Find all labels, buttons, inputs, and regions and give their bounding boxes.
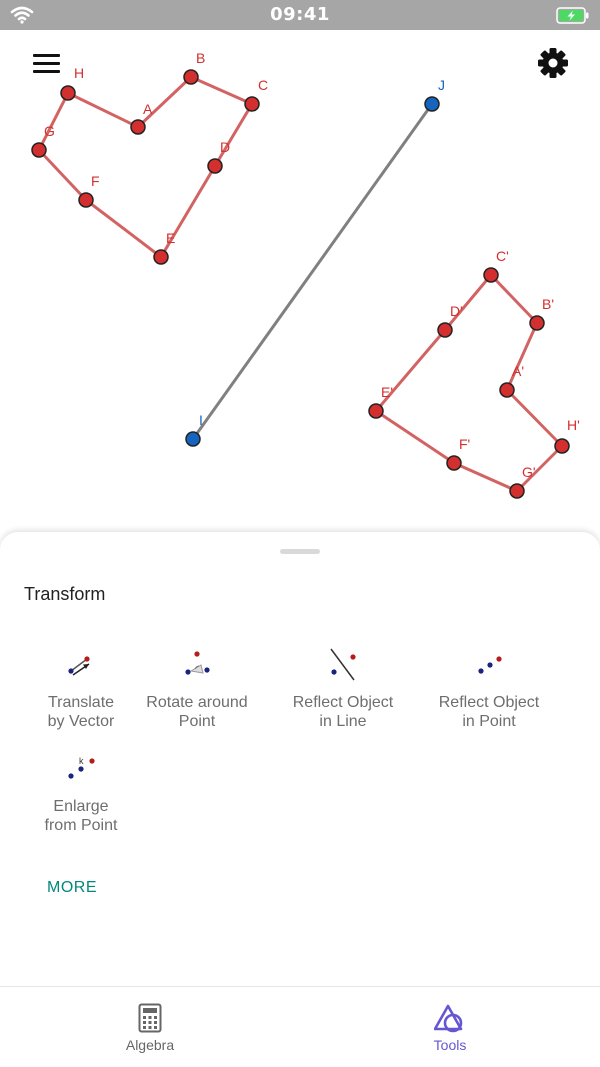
label-c-prime: C' xyxy=(496,248,509,264)
point-a[interactable] xyxy=(130,119,146,135)
point-c-prime[interactable] xyxy=(483,267,499,283)
bottom-tab-bar: Algebra Tools xyxy=(0,986,600,1067)
graphics-view[interactable]: A B C D E F G H A' B' C' D' E' F' G' H' … xyxy=(0,30,600,540)
tab-label-algebra: Algebra xyxy=(125,1037,175,1053)
label-a-prime: A' xyxy=(512,363,524,379)
label-h-prime: H' xyxy=(567,417,580,433)
label-h: H xyxy=(74,65,84,81)
polygon-reflected[interactable] xyxy=(374,273,564,493)
status-time: 09:41 xyxy=(270,4,330,25)
point-i[interactable] xyxy=(185,431,201,447)
label-g-prime: G' xyxy=(522,464,536,480)
battery-charging-icon xyxy=(556,7,589,24)
label-i: I xyxy=(199,412,203,428)
more-tools-button[interactable]: MORE xyxy=(47,879,97,897)
point-b-prime[interactable] xyxy=(529,315,545,331)
label-e-prime: E' xyxy=(381,384,393,400)
tool-enlarge-from-point[interactable]: k Enlarge from Point xyxy=(16,749,146,835)
point-a-prime[interactable] xyxy=(499,382,515,398)
tab-tools[interactable]: Tools xyxy=(390,1003,510,1053)
tool-reflect-in-line[interactable]: Reflect Object in Line xyxy=(278,645,408,731)
label-f-prime: F' xyxy=(459,436,470,452)
label-g: G xyxy=(44,123,55,139)
reflect-line-icon xyxy=(330,648,356,681)
tools-shapes-icon xyxy=(434,1004,463,1033)
label-f: F xyxy=(91,173,100,189)
calculator-icon xyxy=(138,1003,162,1033)
tool-label-rotate: Rotate around Point xyxy=(146,694,248,730)
point-f-prime[interactable] xyxy=(446,455,462,471)
point-g[interactable] xyxy=(31,142,47,158)
sheet-drag-handle[interactable] xyxy=(280,549,320,554)
tool-translate-by-vector[interactable]: Translate by Vector xyxy=(16,645,146,731)
label-d: D xyxy=(220,139,230,155)
label-b: B xyxy=(196,50,205,66)
tool-reflect-in-point[interactable]: Reflect Object in Point xyxy=(424,645,554,731)
point-f[interactable] xyxy=(78,192,94,208)
point-g-prime[interactable] xyxy=(509,483,525,499)
geogebra-screen: 09:41 A B C D E F G H A' B' C' D' E' F' … xyxy=(0,0,600,1067)
tool-rotate-around-point[interactable]: Rotate around Point xyxy=(132,645,262,731)
tool-label-enlarge: Enlarge from Point xyxy=(44,798,118,834)
sheet-title: Transform xyxy=(24,584,106,604)
tool-label-reflect-line: Reflect Object in Line xyxy=(292,694,394,730)
point-b[interactable] xyxy=(183,69,199,85)
reflect-point-icon xyxy=(478,656,502,674)
point-h-prime[interactable] xyxy=(554,438,570,454)
point-j[interactable] xyxy=(424,96,440,112)
label-e: E xyxy=(166,230,175,246)
tab-algebra[interactable]: Algebra xyxy=(90,1003,210,1053)
label-c: C xyxy=(258,77,268,93)
label-j: J xyxy=(438,77,445,93)
label-a: A xyxy=(143,101,153,117)
translate-vector-icon xyxy=(68,656,90,676)
dilate-point-icon: k xyxy=(68,756,95,779)
status-bar: 09:41 xyxy=(0,0,600,30)
point-c[interactable] xyxy=(244,96,260,112)
label-b-prime: B' xyxy=(542,296,554,312)
point-h[interactable] xyxy=(60,85,76,101)
hamburger-menu-icon[interactable] xyxy=(33,52,61,74)
rotate-point-icon xyxy=(185,651,210,675)
point-d[interactable] xyxy=(207,158,223,174)
point-e-prime[interactable] xyxy=(368,403,384,419)
point-d-prime[interactable] xyxy=(437,322,453,338)
tools-sheet: Transform Translate by Vector Rotate aro… xyxy=(0,532,600,986)
gear-icon[interactable] xyxy=(536,46,570,80)
tool-label-translate: Translate by Vector xyxy=(47,694,115,730)
geometry-canvas[interactable]: A B C D E F G H A' B' C' D' E' F' G' H' … xyxy=(0,30,600,540)
dilate-k-label: k xyxy=(79,756,84,766)
point-e[interactable] xyxy=(153,249,169,265)
tool-label-reflect-point: Reflect Object in Point xyxy=(438,694,540,730)
tab-label-tools: Tools xyxy=(433,1037,467,1053)
label-d-prime: D' xyxy=(450,303,463,319)
